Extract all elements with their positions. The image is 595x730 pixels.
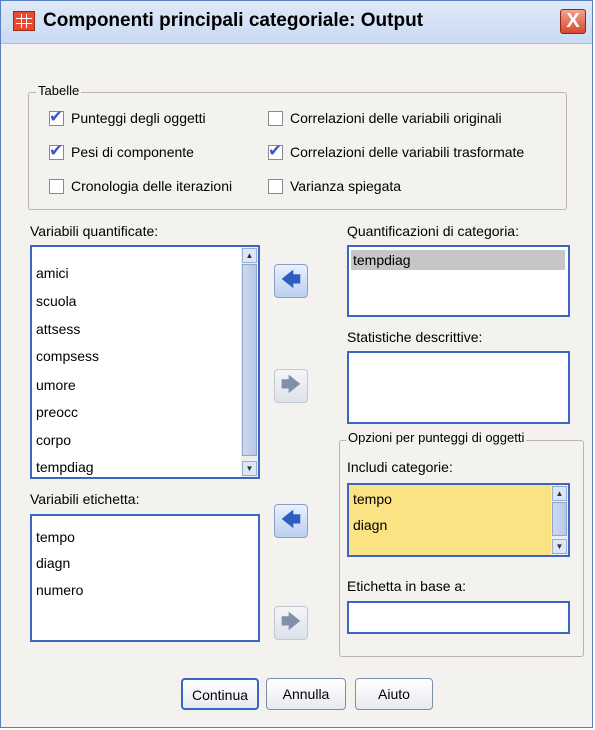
checkbox-unchecked-icon[interactable] (268, 110, 283, 126)
include-categories-list[interactable]: tempo diagn ▲ ▼ (347, 483, 570, 557)
list-item[interactable]: preocc (36, 404, 78, 420)
quantified-vars-label: Variabili quantificate: (30, 223, 159, 239)
vertical-scrollbar[interactable]: ▲ ▼ (241, 247, 258, 477)
checkbox-unchecked-icon[interactable] (268, 178, 283, 194)
scroll-up-icon[interactable]: ▲ (552, 486, 567, 501)
list-item[interactable]: scuola (36, 293, 76, 309)
list-item[interactable]: compsess (36, 348, 99, 364)
list-item-selected[interactable]: tempdiag (351, 250, 565, 270)
list-item[interactable]: tempo (36, 529, 75, 545)
move-to-label-by-button[interactable]: 🡆 (274, 606, 308, 640)
help-button[interactable]: Aiuto (355, 678, 433, 710)
move-to-category-quant-button[interactable]: 🡄 (274, 264, 308, 298)
title-bar: Componenti principali categoriale: Outpu… (1, 1, 592, 44)
checkbox-transformed-correlations[interactable]: Correlazioni delle variabili trasformate (268, 141, 525, 161)
checkbox-label: Pesi di componente (71, 144, 194, 160)
category-quant-list[interactable]: tempdiag (347, 245, 570, 317)
scroll-down-icon[interactable]: ▼ (242, 461, 257, 476)
move-to-descriptive-button[interactable]: 🡆 (274, 369, 308, 403)
arrow-left-icon: 🡄 (280, 509, 302, 531)
checkbox-checked-icon[interactable] (49, 107, 64, 127)
include-categories-label: Includi categorie: (347, 459, 453, 475)
category-quant-label: Quantificazioni di categoria: (347, 223, 519, 239)
checkbox-label: Varianza spiegata (290, 178, 402, 194)
window-title: Componenti principali categoriale: Outpu… (43, 10, 424, 31)
arrow-right-icon: 🡆 (280, 611, 302, 633)
descriptive-stats-label: Statistiche descrittive: (347, 329, 483, 345)
app-grid-icon (13, 11, 35, 31)
list-item[interactable]: amici (36, 265, 69, 281)
checkbox-iteration-history[interactable]: Cronologia delle iterazioni (49, 178, 232, 194)
arrow-right-icon: 🡆 (280, 374, 302, 396)
list-item[interactable]: diagn (353, 517, 387, 533)
list-item[interactable]: attsess (36, 321, 80, 337)
checkbox-checked-icon[interactable] (268, 141, 283, 161)
list-item[interactable]: umore (36, 377, 76, 393)
descriptive-stats-list[interactable] (347, 351, 570, 424)
list-item[interactable]: numero (36, 582, 83, 598)
scrollbar-thumb[interactable] (242, 264, 257, 456)
dialog-body: Tabelle Punteggi degli oggetti Pesi di c… (1, 44, 592, 727)
checkbox-label: Correlazioni delle variabili originali (290, 110, 502, 126)
checkbox-label: Correlazioni delle variabili trasformate (290, 144, 525, 160)
checkbox-object-scores[interactable]: Punteggi degli oggetti (49, 107, 206, 127)
dialog-window: Componenti principali categoriale: Outpu… (0, 0, 593, 728)
list-item[interactable]: tempo (353, 491, 392, 507)
label-by-field[interactable] (347, 601, 570, 634)
label-vars-list[interactable]: tempo diagn numero (30, 514, 260, 642)
vertical-scrollbar[interactable]: ▲ ▼ (551, 485, 568, 555)
label-vars-label: Variabili etichetta: (30, 491, 140, 507)
cancel-button[interactable]: Annulla (266, 678, 346, 710)
checkbox-component-loadings[interactable]: Pesi di componente (49, 141, 194, 161)
move-to-include-button[interactable]: 🡄 (274, 504, 308, 538)
checkbox-label: Cronologia delle iterazioni (71, 178, 233, 194)
arrow-left-icon: 🡄 (280, 269, 302, 291)
checkbox-original-correlations[interactable]: Correlazioni delle variabili originali (268, 110, 502, 126)
scroll-up-icon[interactable]: ▲ (242, 248, 257, 263)
list-item[interactable]: diagn (36, 555, 70, 571)
scrollbar-thumb[interactable] (552, 502, 567, 536)
tables-legend: Tabelle (36, 83, 82, 98)
continue-button[interactable]: Continua (181, 678, 259, 710)
list-item[interactable]: tempdiag (36, 459, 94, 475)
checkbox-checked-icon[interactable] (49, 141, 64, 161)
list-item[interactable]: corpo (36, 432, 71, 448)
checkbox-variance-accounted[interactable]: Varianza spiegata (268, 178, 401, 194)
object-scores-legend: Opzioni per punteggi di oggetti (346, 430, 527, 445)
close-button[interactable]: X (560, 9, 586, 34)
label-by-label: Etichetta in base a: (347, 578, 467, 594)
scroll-down-icon[interactable]: ▼ (552, 539, 567, 554)
checkbox-unchecked-icon[interactable] (49, 178, 64, 194)
quantified-vars-list[interactable]: amici scuola attsess compsess umore preo… (30, 245, 260, 479)
checkbox-label: Punteggi degli oggetti (71, 110, 206, 126)
